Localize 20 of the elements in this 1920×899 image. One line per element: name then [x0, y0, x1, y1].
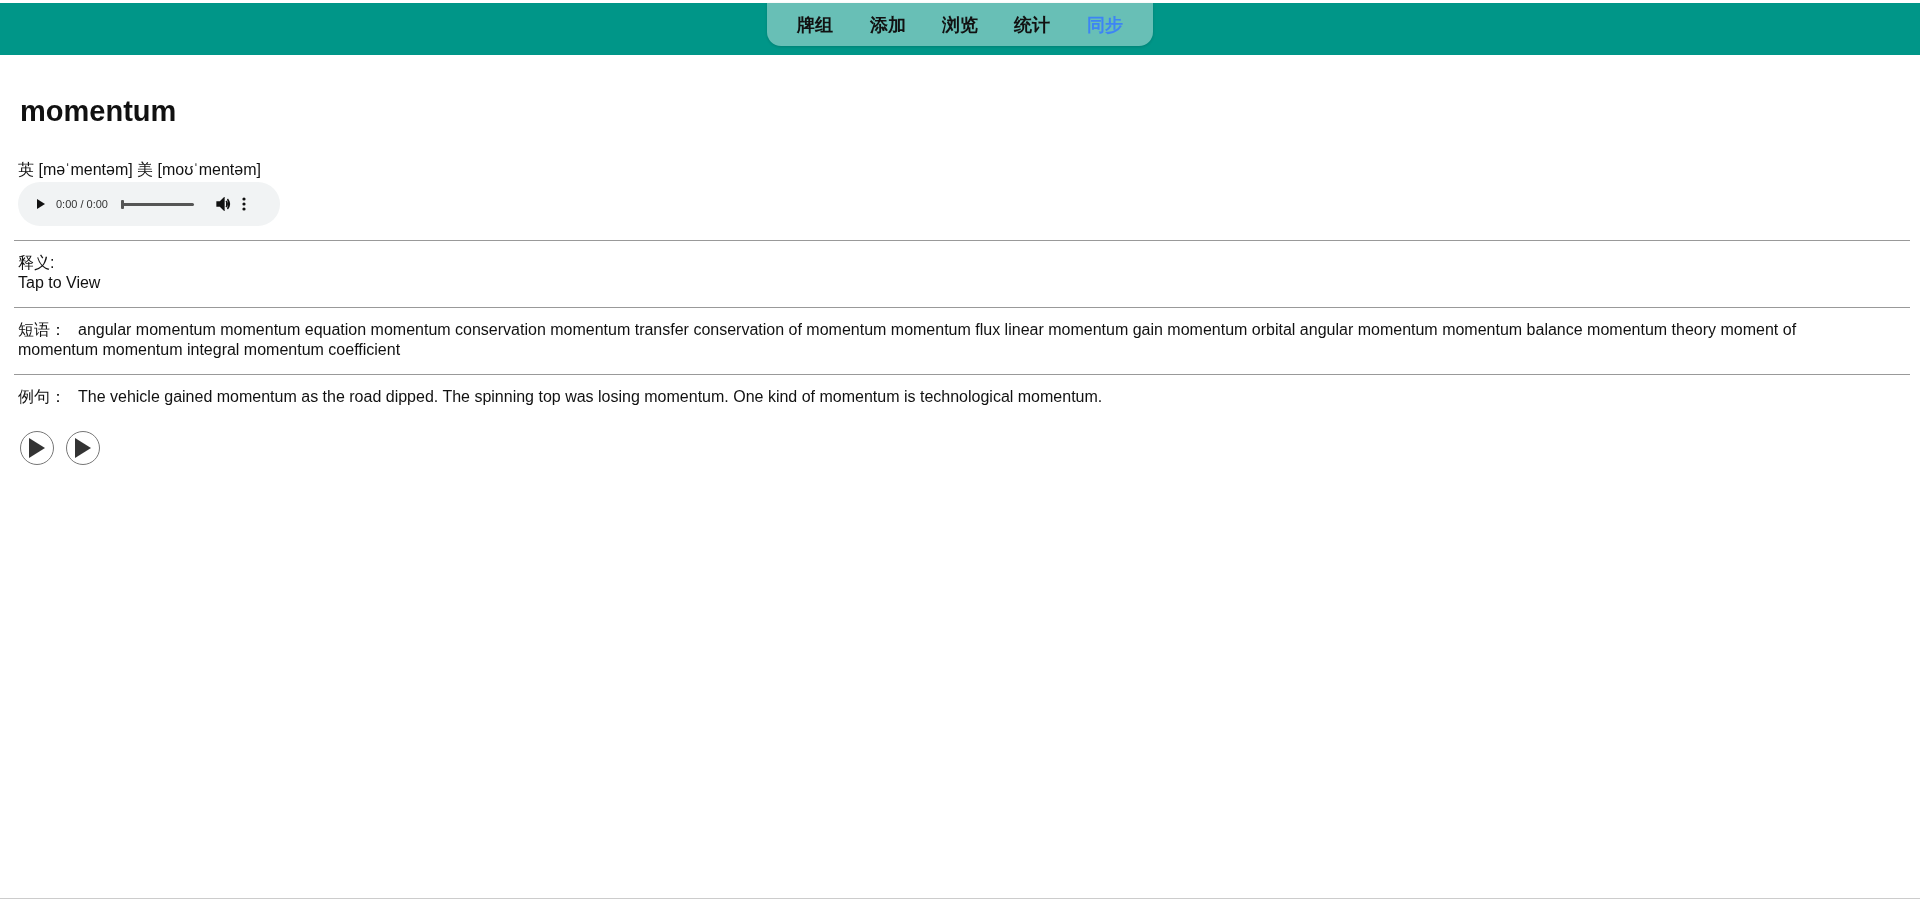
- phonetic-text: 英 [məˈmentəm] 美 [moʊˈmentəm]: [18, 160, 262, 180]
- play-icon: [74, 437, 92, 459]
- progress-slider[interactable]: [121, 199, 124, 209]
- play-icon[interactable]: [36, 198, 46, 210]
- play-button[interactable]: [20, 431, 54, 465]
- examples-text: 例句： The vehicle gained momentum as the road dipped. The spinning top was losing momentum. One kind of momentum is technological momentum.: [18, 387, 1104, 407]
- nav-tab[interactable]: 添加: [863, 8, 912, 41]
- definition-label: 释义:: [18, 253, 56, 273]
- play-icon: [28, 437, 46, 459]
- tap-to-view-link[interactable]: Tap to View: [18, 273, 1870, 293]
- audio-player[interactable]: 0:00 / 0:00: [18, 182, 280, 226]
- play-button[interactable]: [66, 431, 100, 465]
- word-title: momentum: [20, 95, 178, 128]
- nav-tab[interactable]: 浏览: [936, 8, 984, 41]
- more-options-icon[interactable]: [242, 197, 246, 211]
- audio-time: 0:00 / 0:00: [56, 198, 108, 210]
- volume-icon[interactable]: [216, 197, 232, 211]
- phrases-text: 短语： angular momentum momentum equation momentum conservation momentum transfer conservation of momentum momentum flux linear momentum gain momentum orbital angular momentum momentum balance momentum theory moment of momentum momentum integral momentum coefficient: [18, 320, 1798, 360]
- nav-tab[interactable]: 统计: [1008, 8, 1057, 41]
- nav-tab[interactable]: 牌组: [791, 8, 840, 41]
